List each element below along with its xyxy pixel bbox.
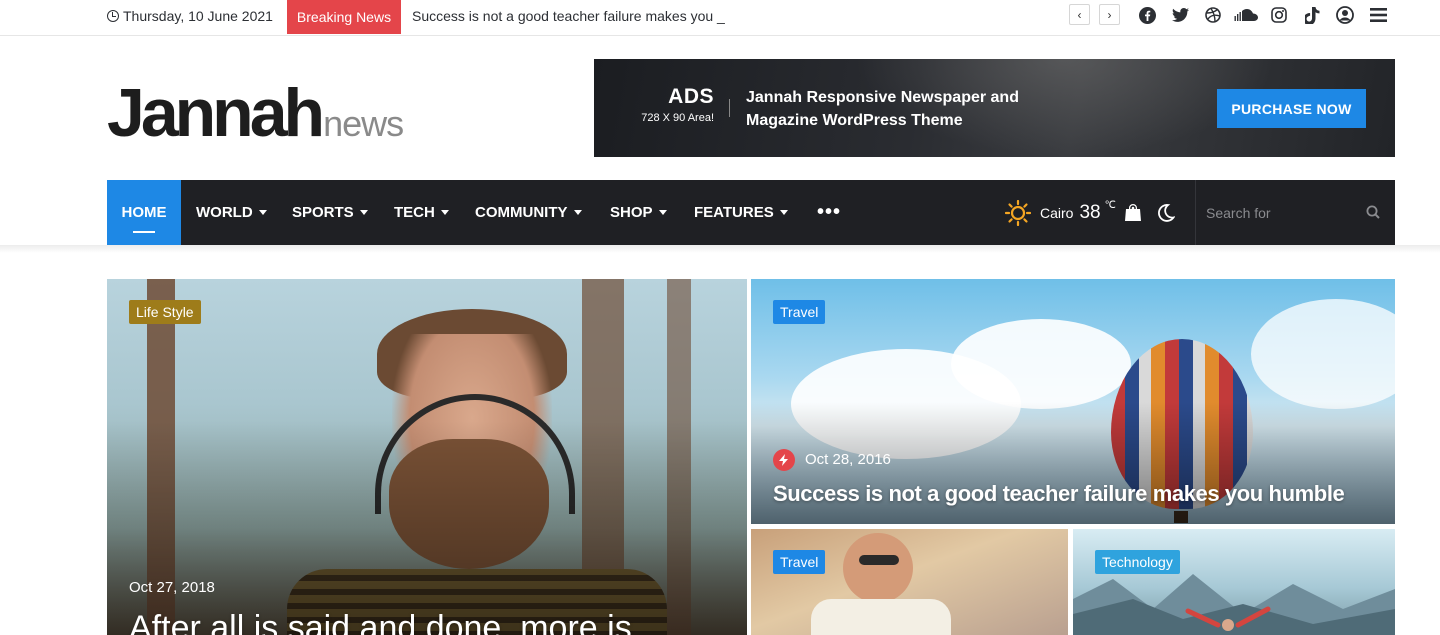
category-badge[interactable]: Life Style bbox=[129, 300, 201, 324]
featured-post-top-right[interactable]: Travel Oct 28, 2016 Success is not a goo… bbox=[751, 279, 1395, 524]
ticker-prev-button[interactable]: ‹ bbox=[1069, 4, 1090, 25]
image-overlay bbox=[107, 421, 747, 635]
caret-down-icon bbox=[573, 210, 582, 215]
nav-item-shop[interactable]: SHOP bbox=[610, 180, 667, 245]
ad-divider bbox=[729, 99, 730, 117]
purchase-now-button[interactable]: PURCHASE NOW bbox=[1217, 89, 1366, 128]
nav-label-shop: SHOP bbox=[610, 204, 653, 221]
date-text: Thursday, 10 June 2021 bbox=[123, 7, 273, 24]
chevron-right-icon: › bbox=[1107, 7, 1112, 22]
weather-widget: Cairo 38 ℃ bbox=[1005, 180, 1116, 245]
nav-label-tech: TECH bbox=[394, 204, 435, 221]
person-face bbox=[843, 533, 913, 603]
featured-post-main[interactable]: Life Style Oct 27, 2018 After all is sai… bbox=[107, 279, 747, 635]
cloud-shape bbox=[951, 319, 1131, 409]
nav-divider bbox=[1195, 180, 1196, 245]
ad-size-block: ADS 728 X 90 Area! bbox=[624, 85, 714, 124]
ad-banner[interactable]: ADS 728 X 90 Area! Jannah Responsive New… bbox=[594, 59, 1395, 157]
nav-item-tech[interactable]: TECH bbox=[394, 180, 449, 245]
current-date: Thursday, 10 June 2021 bbox=[107, 0, 273, 31]
nav-item-community[interactable]: COMMUNITY bbox=[475, 180, 582, 245]
person-arms-image bbox=[1185, 606, 1271, 631]
user-icon[interactable] bbox=[1334, 4, 1356, 26]
caret-down-icon bbox=[359, 210, 368, 215]
caret-down-icon bbox=[658, 210, 667, 215]
post-title[interactable]: Success is not a good teacher failure ma… bbox=[773, 481, 1345, 507]
weather-unit: ℃ bbox=[1104, 200, 1116, 211]
nav-item-world[interactable]: WORLD bbox=[196, 180, 267, 245]
instagram-icon[interactable] bbox=[1268, 4, 1290, 26]
nav-label-home: HOME bbox=[121, 204, 167, 221]
ad-title: ADS bbox=[668, 85, 714, 108]
category-badge[interactable]: Technology bbox=[1095, 550, 1180, 574]
sun-icon bbox=[1005, 199, 1031, 226]
top-bar: Thursday, 10 June 2021 Breaking News Suc… bbox=[0, 0, 1440, 36]
caret-down-icon bbox=[440, 210, 449, 215]
caret-down-icon bbox=[779, 210, 788, 215]
weather-temperature: 38 bbox=[1079, 201, 1101, 223]
trending-bolt-icon bbox=[773, 449, 795, 471]
logo-sub-text: news bbox=[323, 103, 404, 144]
menu-icon[interactable] bbox=[1367, 4, 1389, 26]
nav-item-home[interactable]: HOME bbox=[107, 180, 181, 245]
breaking-news-headline[interactable]: Success is not a good teacher failure ma… bbox=[412, 0, 725, 31]
cloud-shape bbox=[1251, 299, 1395, 409]
nav-label-community: COMMUNITY bbox=[475, 204, 568, 221]
nav-label-world: WORLD bbox=[196, 204, 253, 221]
post-title[interactable]: After all is said and done, more is bbox=[129, 609, 632, 635]
search-input[interactable]: Search for bbox=[1206, 180, 1271, 245]
dark-mode-icon[interactable] bbox=[1157, 180, 1175, 245]
main-nav: HOME WORLD SPORTS TECH COMMUNITY SHOP FE… bbox=[107, 180, 1395, 245]
ad-size: 728 X 90 Area! bbox=[641, 112, 714, 124]
caret-down-icon bbox=[258, 210, 267, 215]
twitter-icon[interactable] bbox=[1169, 4, 1191, 26]
tiktok-icon[interactable] bbox=[1301, 4, 1323, 26]
category-badge[interactable]: Travel bbox=[773, 550, 826, 574]
cart-icon[interactable] bbox=[1124, 180, 1142, 245]
search-icon[interactable] bbox=[1366, 205, 1380, 219]
weather-city: Cairo bbox=[1040, 204, 1074, 221]
chevron-left-icon: ‹ bbox=[1077, 7, 1082, 22]
logo-main-text: Jannah bbox=[107, 75, 325, 151]
breaking-news-label: Breaking News bbox=[287, 0, 401, 34]
nav-label-sports: SPORTS bbox=[292, 204, 354, 221]
site-logo[interactable]: Jannah news bbox=[107, 74, 404, 151]
ad-text: Jannah Responsive Newspaper and Magazine… bbox=[746, 89, 1019, 129]
person-shirt bbox=[811, 599, 951, 635]
clock-icon bbox=[107, 9, 119, 22]
category-badge[interactable]: Travel bbox=[773, 300, 826, 324]
nav-item-sports[interactable]: SPORTS bbox=[292, 180, 368, 245]
nav-shadow bbox=[0, 245, 1440, 253]
featured-post-bottom-right[interactable]: Technology bbox=[1073, 529, 1395, 635]
soundcloud-icon[interactable] bbox=[1232, 4, 1260, 26]
sunglasses-image bbox=[859, 555, 899, 565]
post-date: Oct 27, 2018 bbox=[129, 579, 215, 596]
post-date: Oct 28, 2016 bbox=[805, 451, 891, 468]
more-menu-button[interactable]: ••• bbox=[817, 180, 841, 245]
ticker-next-button[interactable]: › bbox=[1099, 4, 1120, 25]
dribbble-icon[interactable] bbox=[1202, 4, 1224, 26]
featured-post-bottom-left[interactable]: Travel bbox=[751, 529, 1068, 635]
facebook-icon[interactable] bbox=[1136, 4, 1158, 26]
nav-item-features[interactable]: FEATURES bbox=[694, 180, 788, 245]
nav-label-features: FEATURES bbox=[694, 204, 774, 221]
